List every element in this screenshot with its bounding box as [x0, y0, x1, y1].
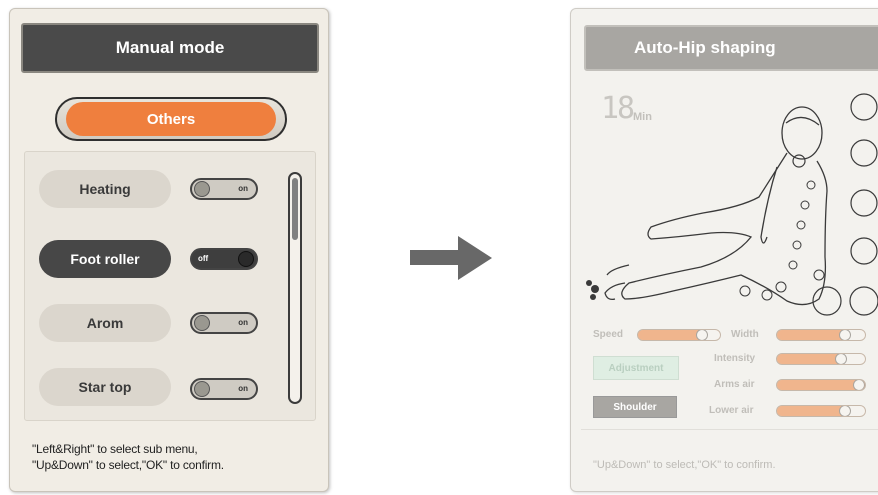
arom-item[interactable]: Arom: [39, 304, 171, 342]
manual-mode-screen: Manual mode Others Heating on Foot rolle…: [9, 8, 329, 492]
slider-fill: [638, 330, 700, 340]
function-list: Heating on Foot roller off Arom on Star …: [24, 151, 316, 421]
heating-toggle[interactable]: on: [190, 178, 258, 200]
toggle-knob: [194, 181, 210, 197]
toggle-state-text: on: [238, 318, 248, 327]
manual-mode-title: Manual mode: [21, 23, 319, 73]
arom-toggle[interactable]: on: [190, 312, 258, 334]
toggle-state-text: on: [238, 184, 248, 193]
scrollbar-thumb[interactable]: [292, 178, 298, 240]
slider-knob[interactable]: [839, 330, 851, 340]
foot-roller-toggle[interactable]: off: [190, 248, 258, 270]
slider-knob[interactable]: [853, 380, 865, 390]
slider-knob[interactable]: [839, 406, 851, 416]
heating-item[interactable]: Heating: [39, 170, 171, 208]
program-title: Auto-Hip shaping: [584, 25, 878, 71]
others-tab[interactable]: Others: [66, 102, 276, 136]
star-top-toggle[interactable]: on: [190, 378, 258, 400]
category-selector[interactable]: Others: [55, 97, 287, 141]
hint-line-1: "Left&Right" to select sub menu,: [32, 442, 198, 456]
arms-air-label: Arms air: [714, 379, 755, 390]
list-scrollbar[interactable]: [288, 172, 302, 404]
slider-fill: [777, 330, 843, 340]
shoulder-button[interactable]: Shoulder: [593, 396, 677, 418]
body-massage-figure: [586, 93, 878, 316]
intensity-label: Intensity: [714, 353, 756, 364]
hint-line-2: "Up&Down" to select,"OK" to confirm.: [32, 458, 224, 472]
toggle-state-text: off: [198, 254, 209, 263]
auto-hip-shaping-screen: Auto-Hip shaping 18 Min Speed Width Inte…: [570, 8, 878, 492]
toggle-knob: [238, 251, 254, 267]
toggle-knob: [194, 315, 210, 331]
speed-label: Speed: [593, 329, 624, 340]
slider-fill: [777, 354, 839, 364]
lower-air-slider[interactable]: [776, 405, 866, 417]
divider: [581, 429, 878, 430]
width-label: Width: [731, 329, 759, 340]
arms-air-slider[interactable]: [776, 379, 866, 391]
toggle-state-text: on: [238, 384, 248, 393]
foot-roller-item[interactable]: Foot roller: [39, 240, 171, 278]
intensity-slider[interactable]: [776, 353, 866, 365]
navigation-hint: "Left&Right" to select sub menu, "Up&Dow…: [32, 441, 322, 473]
slider-knob[interactable]: [696, 330, 708, 340]
slider-knob[interactable]: [835, 354, 847, 364]
confirm-hint: "Up&Down" to select,"OK" to confirm.: [593, 459, 776, 471]
right-arrow-icon: [410, 236, 492, 280]
slider-fill: [777, 380, 865, 390]
width-slider[interactable]: [776, 329, 866, 341]
adjustment-button[interactable]: Adjustment: [593, 356, 679, 380]
star-top-item[interactable]: Star top: [39, 368, 171, 406]
lower-air-label: Lower air: [709, 405, 754, 416]
toggle-knob: [194, 381, 210, 397]
slider-fill: [777, 406, 843, 416]
speed-slider[interactable]: [637, 329, 721, 341]
